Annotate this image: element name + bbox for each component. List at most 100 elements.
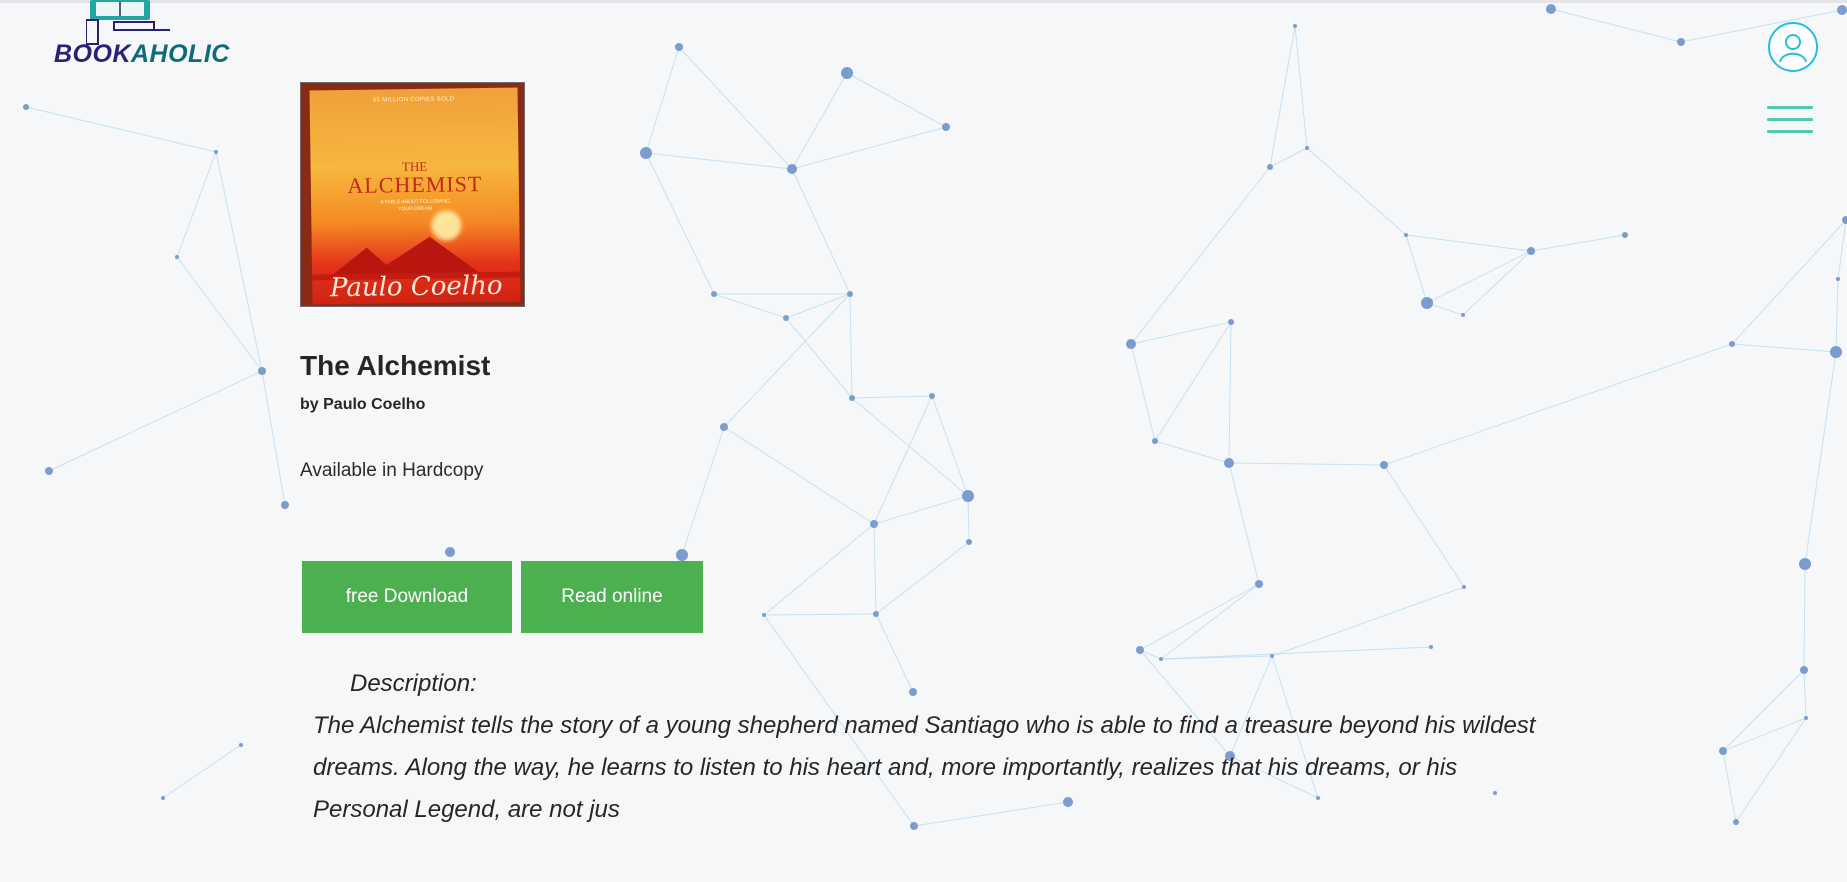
network-line — [1269, 25, 1296, 168]
network-line — [1735, 717, 1807, 823]
cover-title: ALCHEMIST — [347, 171, 483, 198]
network-line — [875, 541, 970, 615]
network-line — [713, 293, 787, 319]
network-dot — [1305, 146, 1309, 150]
network-line — [873, 495, 969, 525]
network-line — [849, 293, 853, 399]
network-dot — [1429, 645, 1433, 649]
network-line — [1426, 250, 1532, 304]
network-line — [645, 46, 680, 154]
network-dot — [942, 123, 950, 131]
network-dot — [445, 547, 455, 557]
network-dot — [966, 539, 972, 545]
network-dot — [161, 796, 165, 800]
network-dot — [783, 315, 789, 321]
book-author: by Paulo Coelho — [300, 396, 426, 413]
cover-top-line: 65 MILLION COPIES SOLD — [372, 96, 455, 104]
network-line — [723, 426, 875, 525]
network-dot — [1136, 646, 1144, 654]
network-line — [723, 293, 851, 428]
network-dot — [909, 688, 917, 696]
network-dot — [1836, 277, 1840, 281]
network-line — [1130, 166, 1271, 345]
read-online-button[interactable]: Read online — [521, 561, 703, 633]
network-line — [1731, 343, 1837, 353]
network-dot — [239, 743, 243, 747]
network-dot — [281, 501, 289, 509]
network-line — [1228, 462, 1385, 466]
network-line — [967, 495, 970, 543]
network-line — [791, 72, 848, 170]
network-line — [1139, 583, 1260, 651]
network-line — [1731, 219, 1847, 345]
network-dot — [1126, 339, 1136, 349]
network-line — [176, 256, 263, 372]
network-line — [1294, 25, 1308, 149]
network-line — [1271, 586, 1465, 657]
network-line — [176, 151, 217, 258]
network-dot — [1380, 461, 1388, 469]
network-dot — [841, 67, 853, 79]
network-dot — [1800, 666, 1808, 674]
network-line — [791, 126, 947, 170]
top-border — [0, 0, 1847, 3]
book-cover-image[interactable]: 65 MILLION COPIES SOLD THE ALCHEMIST A F… — [300, 82, 525, 307]
network-dot — [1421, 297, 1433, 309]
network-line — [873, 395, 933, 525]
network-line — [1154, 321, 1232, 442]
network-dot — [1546, 4, 1556, 14]
user-account-button[interactable] — [1768, 22, 1818, 72]
cover-subtitle: A FABLE ABOUT FOLLOWING YOUR DREAM — [380, 198, 450, 213]
network-line — [1228, 321, 1232, 464]
hamburger-menu-icon[interactable] — [1767, 106, 1813, 140]
network-line — [162, 744, 242, 799]
network-dot — [1462, 585, 1466, 589]
network-dot — [1799, 558, 1811, 570]
network-dot — [1677, 38, 1685, 46]
network-dot — [1837, 5, 1847, 15]
network-dot — [214, 150, 218, 154]
network-dot — [1293, 24, 1297, 28]
network-line — [1722, 717, 1807, 752]
logo[interactable]: BOOKAHOLIC — [50, 0, 230, 70]
network-line — [791, 168, 851, 295]
network-line — [1550, 8, 1682, 43]
network-line — [763, 613, 877, 616]
network-line — [645, 152, 715, 295]
network-line — [1530, 234, 1626, 252]
network-line — [645, 152, 793, 170]
network-dot — [849, 395, 855, 401]
network-line — [25, 106, 217, 153]
free-download-button[interactable]: free Download — [302, 561, 512, 633]
network-line — [1722, 750, 1737, 823]
network-dot — [1719, 747, 1727, 755]
network-line — [1228, 462, 1260, 585]
user-icon — [1779, 34, 1807, 63]
network-dot — [1804, 716, 1808, 720]
network-dot — [873, 611, 879, 617]
network-line — [261, 370, 286, 506]
network-dot — [720, 423, 728, 431]
network-dot — [1267, 164, 1273, 170]
network-line — [1835, 278, 1839, 353]
network-dot — [45, 467, 53, 475]
network-dot — [1527, 247, 1535, 255]
network-dot — [711, 291, 717, 297]
network-line — [1680, 9, 1843, 43]
description-text: The Alchemist tells the story of a young… — [313, 712, 1536, 823]
network-dot — [1270, 654, 1274, 658]
network-dot — [1622, 232, 1628, 238]
network-dot — [1228, 319, 1234, 325]
network-dot — [675, 43, 683, 51]
description-label: Description: — [350, 670, 477, 697]
network-line — [1383, 343, 1733, 466]
network-dot — [1830, 346, 1842, 358]
network-dot — [1404, 233, 1408, 237]
network-line — [1804, 351, 1837, 565]
network-dot — [23, 104, 29, 110]
network-line — [1803, 669, 1807, 719]
network-line — [1130, 343, 1156, 442]
network-line — [846, 72, 947, 128]
network-line — [48, 370, 263, 472]
network-dot — [870, 520, 878, 528]
